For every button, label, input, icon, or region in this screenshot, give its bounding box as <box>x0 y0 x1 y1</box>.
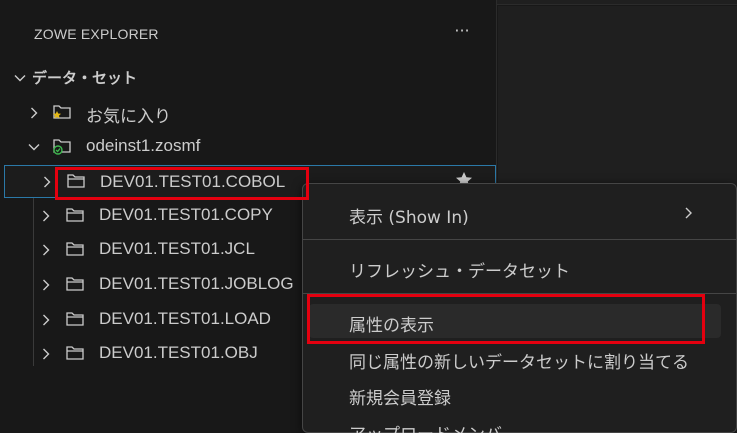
folder-icon <box>64 205 86 225</box>
dataset-label: DEV01.TEST01.COPY <box>99 205 273 224</box>
folder-icon <box>64 274 86 294</box>
explorer-title: ZOWE EXPLORER <box>34 26 159 42</box>
dataset-label: DEV01.TEST01.JCL <box>99 239 255 258</box>
dataset-label: DEV01.TEST01.LOAD <box>99 309 271 328</box>
menu-item-label: アップロードメンバ <box>349 420 502 433</box>
folder-icon <box>64 309 86 329</box>
menu-item-allocate-like[interactable]: 同じ属性の新しいデータセットに割り当てる <box>303 341 723 375</box>
more-actions-button[interactable]: ··· <box>450 20 474 44</box>
chevron-right-icon <box>38 242 54 258</box>
menu-item-upload-member[interactable]: アップロードメンバ <box>303 413 723 433</box>
menu-separator <box>303 293 737 294</box>
dataset-label: DEV01.TEST01.OBJ <box>99 343 258 362</box>
menu-item-label: 同じ属性の新しいデータセットに割り当てる <box>349 353 689 373</box>
chevron-right-icon <box>38 277 54 293</box>
chevron-right-icon <box>26 105 42 121</box>
folder-icon <box>64 343 86 363</box>
profile-folder-icon <box>51 136 73 156</box>
menu-item-label: リフレッシュ・データセット <box>349 262 570 282</box>
chevron-down-icon <box>12 70 28 86</box>
menu-item-label: 新規会員登録 <box>349 389 451 409</box>
folder-icon <box>65 171 87 191</box>
menu-item-show-in[interactable]: 表示 (Show In) <box>303 196 723 230</box>
favorites-folder-icon <box>51 102 73 122</box>
menu-separator <box>303 239 737 240</box>
menu-item-refresh-dataset[interactable]: リフレッシュ・データセット <box>303 250 723 284</box>
tree-item-favorites[interactable]: お気に入り <box>0 96 497 129</box>
chevron-right-icon <box>38 208 54 224</box>
tree-item-profile[interactable]: odeinst1.zosmf <box>0 130 497 163</box>
chevron-right-icon <box>38 346 54 362</box>
tree-section-datasets[interactable]: データ・セット <box>0 61 497 94</box>
chevron-right-icon <box>683 205 695 226</box>
favorites-label: お気に入り <box>86 107 171 126</box>
profile-label: odeinst1.zosmf <box>86 136 201 155</box>
context-menu: 表示 (Show In) リフレッシュ・データセット 属性の表示 同じ属性の新し… <box>302 183 737 433</box>
dataset-label: DEV01.TEST01.COBOL <box>100 172 286 191</box>
dataset-label: DEV01.TEST01.JOBLOG <box>99 274 294 293</box>
chevron-right-icon <box>38 312 54 328</box>
section-label: データ・セット <box>32 70 138 87</box>
menu-item-label: 属性の表示 <box>349 316 434 336</box>
menu-item-new-member[interactable]: 新規会員登録 <box>303 377 723 411</box>
menu-item-show-attributes[interactable]: 属性の表示 <box>309 304 721 338</box>
chevron-right-icon <box>39 174 55 190</box>
chevron-down-icon <box>26 139 42 155</box>
menu-item-label: 表示 (Show In) <box>349 208 469 228</box>
folder-icon <box>64 239 86 259</box>
